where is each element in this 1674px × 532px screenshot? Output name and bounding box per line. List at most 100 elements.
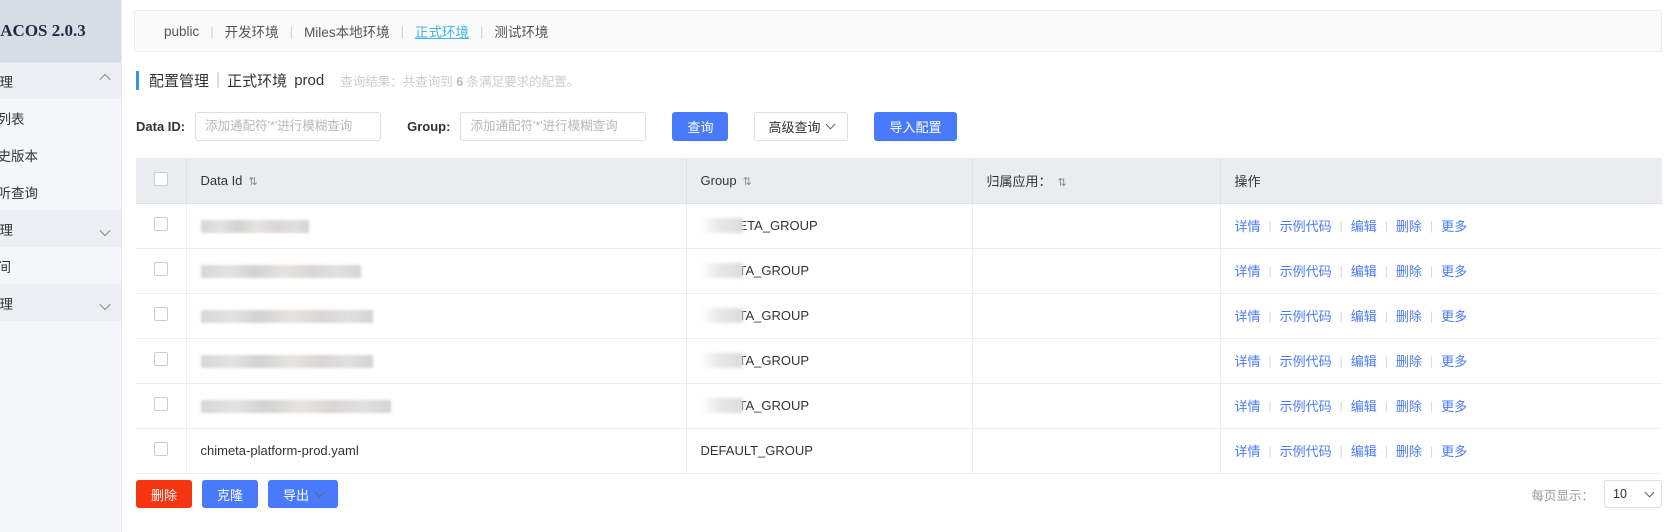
action-link-more[interactable]: 更多	[1441, 306, 1467, 325]
action-link-edit[interactable]: 编辑	[1351, 306, 1377, 325]
dataid-label: Data ID:	[136, 119, 185, 134]
action-separator: |	[1430, 354, 1433, 368]
cell-operations: 详情|示例代码|编辑|删除|更多	[1220, 293, 1662, 338]
row-select-cell[interactable]	[136, 338, 186, 383]
column-header-group[interactable]: Group ⇅	[686, 158, 972, 203]
action-link-sample-code[interactable]: 示例代码	[1280, 441, 1332, 460]
action-separator: |	[1340, 219, 1343, 233]
action-link-more[interactable]: 更多	[1441, 261, 1467, 280]
sort-icon[interactable]: ⇅	[743, 175, 751, 188]
action-link-detail[interactable]: 详情	[1235, 216, 1261, 235]
page-size-label: 每页显示：	[1531, 485, 1594, 504]
sort-icon[interactable]: ⇅	[1058, 176, 1066, 189]
select-all-checkbox[interactable]	[154, 172, 168, 186]
sidebar-item-namespace[interactable]: 空间	[0, 247, 121, 284]
clone-button[interactable]: 克隆	[202, 480, 258, 508]
group-text: DEFAULT_GROUP	[701, 443, 813, 458]
chevron-down-icon	[99, 298, 110, 309]
row-select-cell[interactable]	[136, 383, 186, 428]
row-select-cell[interactable]	[136, 293, 186, 338]
column-label: Group	[701, 173, 737, 188]
sidebar-item-config-list[interactable]: 置列表	[0, 99, 121, 136]
row-checkbox[interactable]	[154, 307, 168, 321]
sidebar-group-permission-management[interactable]: 管理	[0, 284, 121, 321]
action-link-more[interactable]: 更多	[1441, 441, 1467, 460]
sort-icon[interactable]: ⇅	[248, 175, 256, 188]
action-link-detail[interactable]: 详情	[1235, 351, 1261, 370]
action-link-detail[interactable]: 详情	[1235, 396, 1261, 415]
action-link-detail[interactable]: 详情	[1235, 441, 1261, 460]
group-wrapper: TA_GROUP	[701, 398, 958, 413]
action-link-edit[interactable]: 编辑	[1351, 351, 1377, 370]
sidebar-item-label: 管理	[0, 219, 13, 239]
table-row: TA_GROUP详情|示例代码|编辑|删除|更多	[136, 248, 1662, 293]
sidebar-item-label: 历史版本	[0, 145, 38, 165]
query-button[interactable]: 查询	[672, 112, 728, 141]
namespace-tab-test[interactable]: 测试环境	[483, 21, 559, 41]
action-link-sample-code[interactable]: 示例代码	[1280, 351, 1332, 370]
action-link-edit[interactable]: 编辑	[1351, 261, 1377, 280]
page-title-text: 配置管理	[149, 70, 209, 91]
sidebar-group-config-management[interactable]: 管理	[0, 62, 121, 99]
group-text: TA_GROUP	[739, 398, 810, 413]
action-link-detail[interactable]: 详情	[1235, 261, 1261, 280]
table-row: ETA_GROUP详情|示例代码|编辑|删除|更多	[136, 203, 1662, 248]
table-row: TA_GROUP 详情|示例代码|编辑|删除|更多	[136, 293, 1662, 338]
action-link-more[interactable]: 更多	[1441, 351, 1467, 370]
select-all-header[interactable]	[136, 158, 186, 203]
column-header-operations: 操作	[1220, 158, 1662, 203]
namespace-tab-prod[interactable]: 正式环境	[404, 21, 480, 41]
action-link-sample-code[interactable]: 示例代码	[1280, 306, 1332, 325]
table-body: ETA_GROUP详情|示例代码|编辑|删除|更多TA_GROUP详情|示例代码…	[136, 203, 1662, 473]
export-button[interactable]: 导出	[268, 480, 338, 508]
chevron-down-icon	[1645, 487, 1655, 497]
sidebar-group-service-management[interactable]: 管理	[0, 210, 121, 247]
cell-app	[972, 203, 1220, 248]
action-link-delete[interactable]: 删除	[1396, 306, 1422, 325]
title-divider: |	[216, 71, 220, 89]
namespace-tab-dev[interactable]: 开发环境	[214, 21, 290, 41]
action-link-edit[interactable]: 编辑	[1351, 216, 1377, 235]
main-content: public | 开发环境 | Miles本地环境 | 正式环境 | 测试环境 …	[122, 0, 1674, 532]
action-link-more[interactable]: 更多	[1441, 396, 1467, 415]
action-link-delete[interactable]: 删除	[1396, 441, 1422, 460]
namespace-tab-public[interactable]: public	[153, 24, 210, 39]
column-header-dataid[interactable]: Data Id⇅	[186, 158, 686, 203]
delete-button[interactable]: 删除	[136, 480, 192, 508]
row-checkbox[interactable]	[154, 397, 168, 411]
action-link-edit[interactable]: 编辑	[1351, 441, 1377, 460]
action-link-sample-code[interactable]: 示例代码	[1280, 396, 1332, 415]
row-select-cell[interactable]	[136, 428, 186, 473]
row-checkbox[interactable]	[154, 442, 168, 456]
action-link-sample-code[interactable]: 示例代码	[1280, 216, 1332, 235]
row-checkbox[interactable]	[154, 352, 168, 366]
action-link-delete[interactable]: 删除	[1396, 351, 1422, 370]
group-text: TA_GROUP	[739, 353, 810, 368]
cell-group: TA_GROUP	[686, 338, 972, 383]
action-link-delete[interactable]: 删除	[1396, 216, 1422, 235]
row-select-cell[interactable]	[136, 203, 186, 248]
cell-group: TA_GROUP	[686, 293, 972, 338]
row-select-cell[interactable]	[136, 248, 186, 293]
action-link-delete[interactable]: 删除	[1396, 261, 1422, 280]
cell-operations: 详情|示例代码|编辑|删除|更多	[1220, 428, 1662, 473]
row-checkbox[interactable]	[154, 262, 168, 276]
advanced-query-button[interactable]: 高级查询	[754, 112, 848, 141]
page-size-select[interactable]: 10	[1604, 480, 1662, 508]
sidebar-item-history-versions[interactable]: 历史版本	[0, 136, 121, 173]
import-config-button[interactable]: 导入配置	[874, 112, 956, 141]
column-header-app[interactable]: 归属应用：⇅	[972, 158, 1220, 203]
namespace-tab-miles-local[interactable]: Miles本地环境	[293, 21, 401, 41]
action-separator: |	[1385, 444, 1388, 458]
action-link-detail[interactable]: 详情	[1235, 306, 1261, 325]
action-link-more[interactable]: 更多	[1441, 216, 1467, 235]
group-input[interactable]	[460, 112, 646, 141]
action-link-edit[interactable]: 编辑	[1351, 396, 1377, 415]
dataid-input[interactable]	[195, 112, 381, 141]
action-link-delete[interactable]: 删除	[1396, 396, 1422, 415]
row-checkbox[interactable]	[154, 217, 168, 231]
action-link-sample-code[interactable]: 示例代码	[1280, 261, 1332, 280]
chevron-down-icon	[315, 487, 325, 497]
chevron-up-icon	[99, 74, 110, 85]
sidebar-item-listener-query[interactable]: 监听查询	[0, 173, 121, 210]
